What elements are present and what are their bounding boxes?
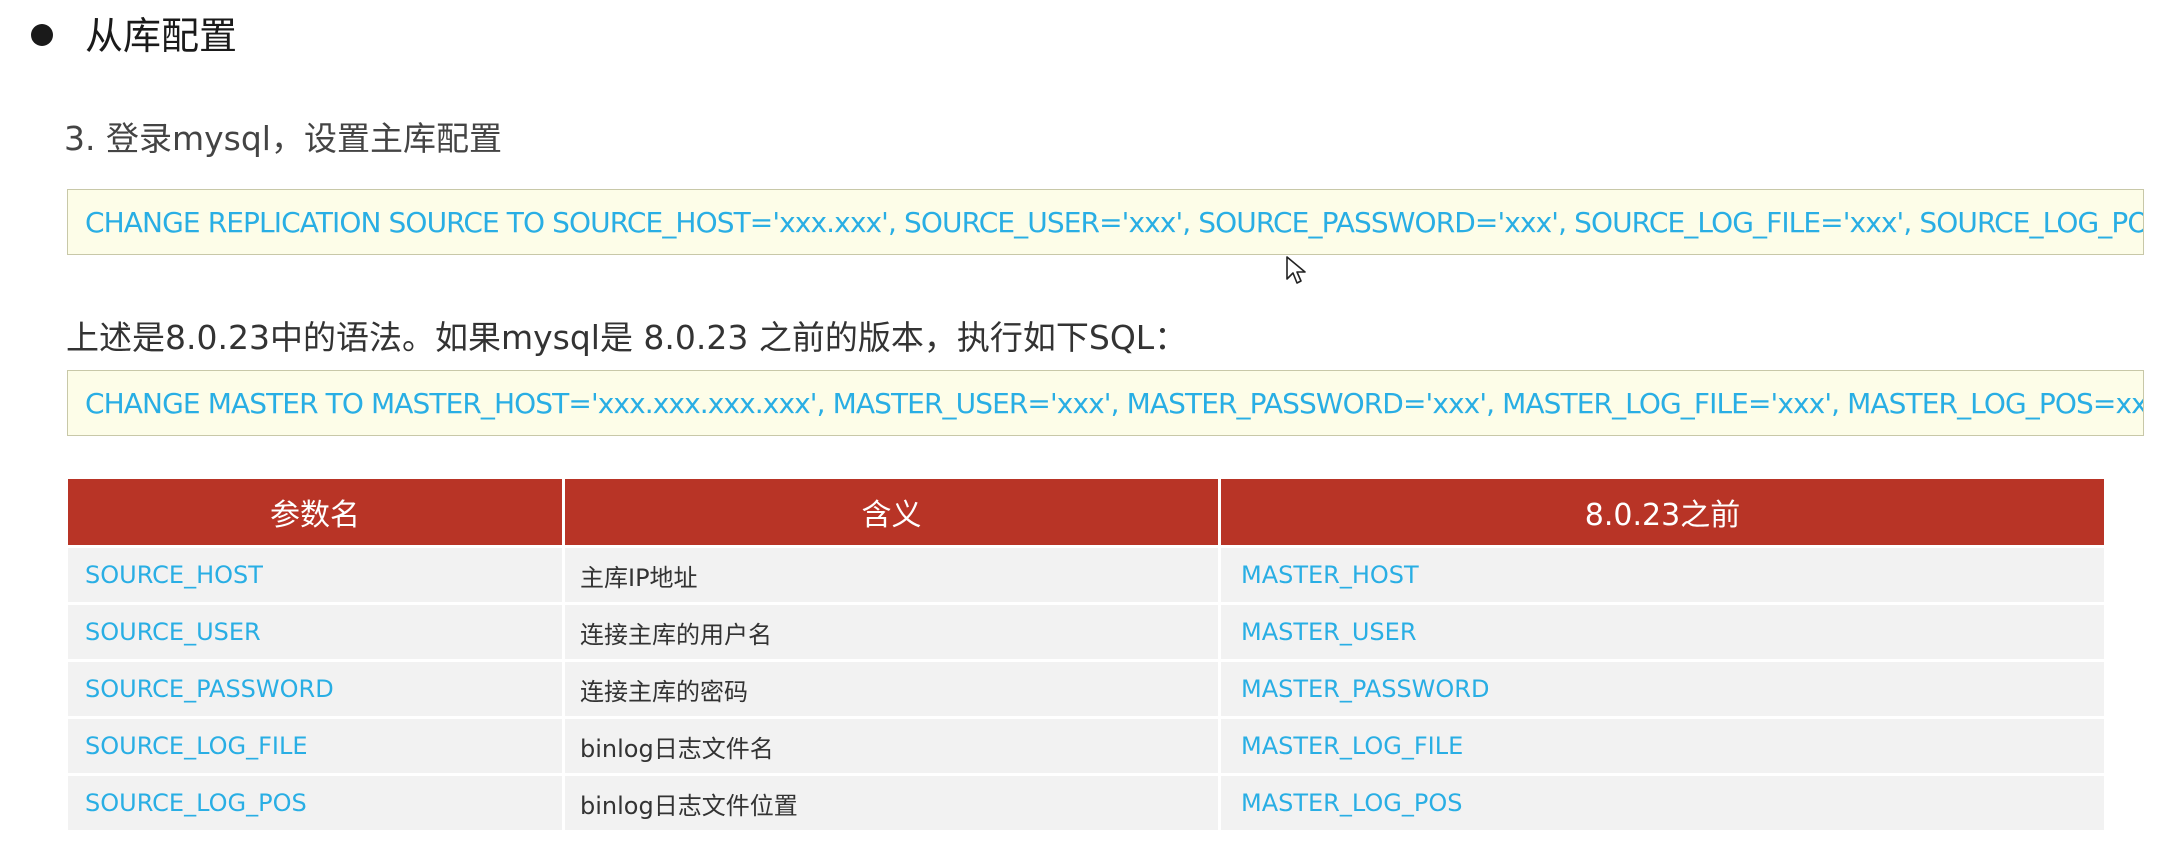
legacy-param-cell: MASTER_LOG_FILE [1221, 719, 2104, 773]
code-text-master: CHANGE MASTER TO MASTER_HOST='xxx.xxx.xx… [85, 386, 2144, 420]
table-row: SOURCE_PASSWORD 连接主库的密码 MASTER_PASSWORD [68, 662, 2104, 716]
meaning-cell: binlog日志文件名 [565, 719, 1218, 773]
meaning-cell: binlog日志文件位置 [565, 776, 1218, 830]
section-title: 从库配置 [85, 14, 238, 58]
table-row: SOURCE_HOST 主库IP地址 MASTER_HOST [68, 548, 2104, 602]
meaning-cell: 主库IP地址 [565, 548, 1218, 602]
table-row: SOURCE_USER 连接主库的用户名 MASTER_USER [68, 605, 2104, 659]
header-param-name: 参数名 [68, 479, 562, 545]
param-name-cell: SOURCE_LOG_POS [68, 776, 562, 830]
code-text-source: CHANGE REPLICATION SOURCE TO SOURCE_HOST… [85, 205, 2144, 239]
code-block-source: CHANGE REPLICATION SOURCE TO SOURCE_HOST… [67, 189, 2144, 255]
code-block-master: CHANGE MASTER TO MASTER_HOST='xxx.xxx.xx… [67, 370, 2144, 436]
meaning-cell: 连接主库的用户名 [565, 605, 1218, 659]
parameter-table: 参数名 含义 8.0.23之前 SOURCE_HOST 主库IP地址 MASTE… [68, 479, 2104, 833]
mouse-pointer-icon [1286, 256, 1306, 284]
param-name-cell: SOURCE_USER [68, 605, 562, 659]
header-meaning: 含义 [565, 479, 1218, 545]
legacy-param-cell: MASTER_LOG_POS [1221, 776, 2104, 830]
legacy-param-cell: MASTER_HOST [1221, 548, 2104, 602]
table-row: SOURCE_LOG_FILE binlog日志文件名 MASTER_LOG_F… [68, 719, 2104, 773]
version-note: 上述是8.0.23中的语法。如果mysql是 8.0.23 之前的版本，执行如下… [66, 318, 1188, 357]
legacy-param-cell: MASTER_USER [1221, 605, 2104, 659]
header-before-8023: 8.0.23之前 [1221, 479, 2104, 545]
table-header-row: 参数名 含义 8.0.23之前 [68, 479, 2104, 545]
param-name-cell: SOURCE_LOG_FILE [68, 719, 562, 773]
table-row: SOURCE_LOG_POS binlog日志文件位置 MASTER_LOG_P… [68, 776, 2104, 830]
legacy-param-cell: MASTER_PASSWORD [1221, 662, 2104, 716]
meaning-cell: 连接主库的密码 [565, 662, 1218, 716]
param-name-cell: SOURCE_PASSWORD [68, 662, 562, 716]
param-name-cell: SOURCE_HOST [68, 548, 562, 602]
bullet-dot-icon [31, 24, 53, 46]
step-title: 3. 登录mysql，设置主库配置 [64, 119, 502, 158]
